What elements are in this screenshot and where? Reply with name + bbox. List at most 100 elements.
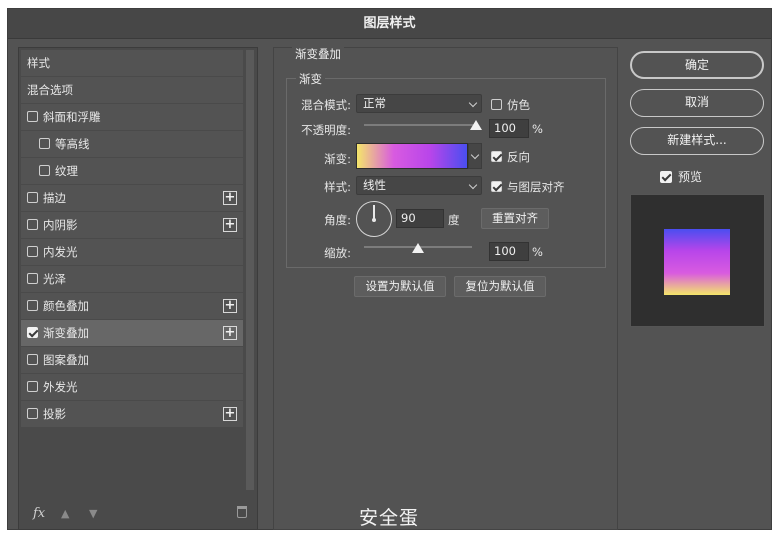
effect-label: 纹理	[55, 164, 78, 178]
section-title: 渐变叠加	[292, 46, 344, 62]
effects-list-item[interactable]: 颜色叠加 +	[21, 293, 243, 319]
opacity-slider-track[interactable]	[364, 124, 476, 126]
effect-checkbox[interactable]	[39, 138, 50, 149]
effect-checkbox[interactable]	[27, 273, 38, 284]
reverse-checkbox[interactable]: 反向	[491, 149, 530, 165]
ok-button[interactable]: 确定	[630, 51, 764, 79]
reset-alignment-button[interactable]: 重置对齐	[481, 208, 549, 229]
chevron-down-icon	[468, 180, 478, 190]
angle-label: 角度:	[324, 213, 351, 227]
effects-list-item[interactable]: 内发光	[21, 239, 243, 265]
chevron-down-icon	[470, 150, 480, 160]
watermark-text: 安全蛋	[359, 507, 420, 529]
blend-mode-label: 混合模式:	[301, 98, 351, 112]
effect-label: 颜色叠加	[43, 299, 89, 313]
gradient-label: 渐变:	[324, 152, 351, 166]
effect-checkbox[interactable]	[27, 354, 38, 365]
set-default-button[interactable]: 设置为默认值	[354, 276, 446, 297]
effect-checkbox[interactable]	[27, 246, 38, 257]
add-effect-icon[interactable]: +	[223, 299, 237, 313]
effect-checkbox[interactable]	[27, 381, 38, 392]
effect-label: 渐变叠加	[43, 326, 89, 340]
add-effect-icon[interactable]: +	[223, 191, 237, 205]
effect-checkbox[interactable]	[39, 165, 50, 176]
preview-label: 预览	[678, 170, 703, 184]
angle-input[interactable]: 90	[396, 209, 444, 228]
effects-list-item[interactable]: 混合选项	[21, 77, 243, 103]
effect-label: 图案叠加	[43, 353, 89, 367]
fx-button[interactable]: fx	[33, 506, 45, 521]
new-style-button[interactable]: 新建样式...	[630, 127, 764, 155]
dialog-title: 图层样式	[8, 9, 771, 39]
gradient-swatch[interactable]	[356, 143, 468, 169]
effect-label: 等高线	[55, 137, 90, 151]
effects-list: 样式混合选项斜面和浮雕等高线纹理描边 + 内阴影 + 内发光光泽颜色叠加 + 渐变叠加 + 图案…	[21, 50, 243, 428]
add-effect-icon[interactable]: +	[223, 407, 237, 421]
effect-label: 外发光	[43, 380, 78, 394]
effects-list-item[interactable]: 纹理	[21, 158, 243, 184]
effect-checkbox[interactable]	[27, 219, 38, 230]
effects-list-item[interactable]: 光泽	[21, 266, 243, 292]
reverse-checkbox-box	[491, 151, 502, 162]
effect-label: 混合选项	[27, 83, 73, 97]
effects-list-item[interactable]: 样式	[21, 50, 243, 76]
blend-mode-value: 正常	[363, 96, 386, 110]
align-checkbox-box	[491, 181, 502, 192]
preview-checkbox-box	[660, 170, 672, 183]
add-effect-icon[interactable]: +	[223, 326, 237, 340]
effects-list-item[interactable]: 投影 +	[21, 401, 243, 427]
effect-checkbox[interactable]	[27, 192, 38, 203]
effects-list-item[interactable]: 外发光	[21, 374, 243, 400]
add-effect-icon[interactable]: +	[223, 218, 237, 232]
effect-label: 斜面和浮雕	[43, 110, 101, 124]
group-title: 渐变	[296, 71, 325, 87]
angle-dial[interactable]	[356, 201, 392, 237]
effects-list-item[interactable]: 斜面和浮雕	[21, 104, 243, 130]
reset-default-button[interactable]: 复位为默认值	[454, 276, 546, 297]
opacity-label: 不透明度:	[301, 123, 351, 137]
effects-list-item[interactable]: 内阴影 +	[21, 212, 243, 238]
style-select[interactable]: 线性	[356, 176, 482, 195]
scale-label: 缩放:	[324, 246, 351, 260]
effect-label: 样式	[27, 56, 50, 70]
reverse-label: 反向	[507, 150, 530, 164]
angle-unit: 度	[448, 213, 460, 227]
style-preview-box	[630, 194, 765, 327]
chevron-down-icon	[468, 98, 478, 108]
blend-mode-select[interactable]: 正常	[356, 94, 482, 113]
opacity-input[interactable]: 100	[489, 119, 529, 138]
effect-checkbox[interactable]	[27, 408, 38, 419]
effects-list-item[interactable]: 等高线	[21, 131, 243, 157]
effects-footer: fx ▲ ▼	[19, 499, 257, 529]
arrow-up-icon[interactable]: ▲	[61, 507, 69, 520]
scale-input[interactable]: 100	[489, 242, 529, 261]
effects-list-item[interactable]: 描边 +	[21, 185, 243, 211]
align-label: 与图层对齐	[507, 180, 565, 194]
effect-checkbox[interactable]	[27, 111, 38, 122]
style-label: 样式:	[324, 180, 351, 194]
effects-list-scrollbar[interactable]	[246, 50, 254, 490]
effects-list-item[interactable]: 渐变叠加 +	[21, 320, 243, 346]
dither-checkbox[interactable]: 仿色	[491, 97, 530, 113]
effect-checkbox[interactable]	[27, 300, 38, 311]
effect-checkbox[interactable]	[27, 327, 38, 338]
effect-label: 投影	[43, 407, 66, 421]
effect-label: 内发光	[43, 245, 78, 259]
effects-list-item[interactable]: 图案叠加	[21, 347, 243, 373]
opacity-unit: %	[532, 122, 543, 136]
style-preview-swatch	[664, 229, 730, 295]
effect-label: 光泽	[43, 272, 66, 286]
gradient-overlay-panel: 渐变叠加 渐变 混合模式: 正常 仿色 不透明度: 100 % 渐变: 反向 样…	[273, 46, 618, 530]
dither-label: 仿色	[507, 98, 530, 112]
scale-slider-thumb[interactable]	[412, 243, 424, 253]
arrow-down-icon[interactable]: ▼	[89, 507, 97, 520]
gradient-dropdown[interactable]	[468, 143, 482, 169]
effects-list-panel: 样式混合选项斜面和浮雕等高线纹理描边 + 内阴影 + 内发光光泽颜色叠加 + 渐变叠加 + 图案…	[18, 47, 258, 530]
layer-style-dialog: 图层样式 样式 混合选项 斜面和浮雕 等高线 纹理 描边 + 内阴影 + 内发光 光泽 颜色叠加 + 渐变…	[7, 8, 772, 530]
trash-icon[interactable]	[237, 506, 247, 518]
opacity-slider-thumb[interactable]	[470, 120, 482, 130]
angle-dial-center	[372, 218, 376, 222]
cancel-button[interactable]: 取消	[630, 89, 764, 117]
preview-checkbox[interactable]: 预览	[660, 168, 702, 185]
align-with-layer-checkbox[interactable]: 与图层对齐	[491, 179, 565, 195]
